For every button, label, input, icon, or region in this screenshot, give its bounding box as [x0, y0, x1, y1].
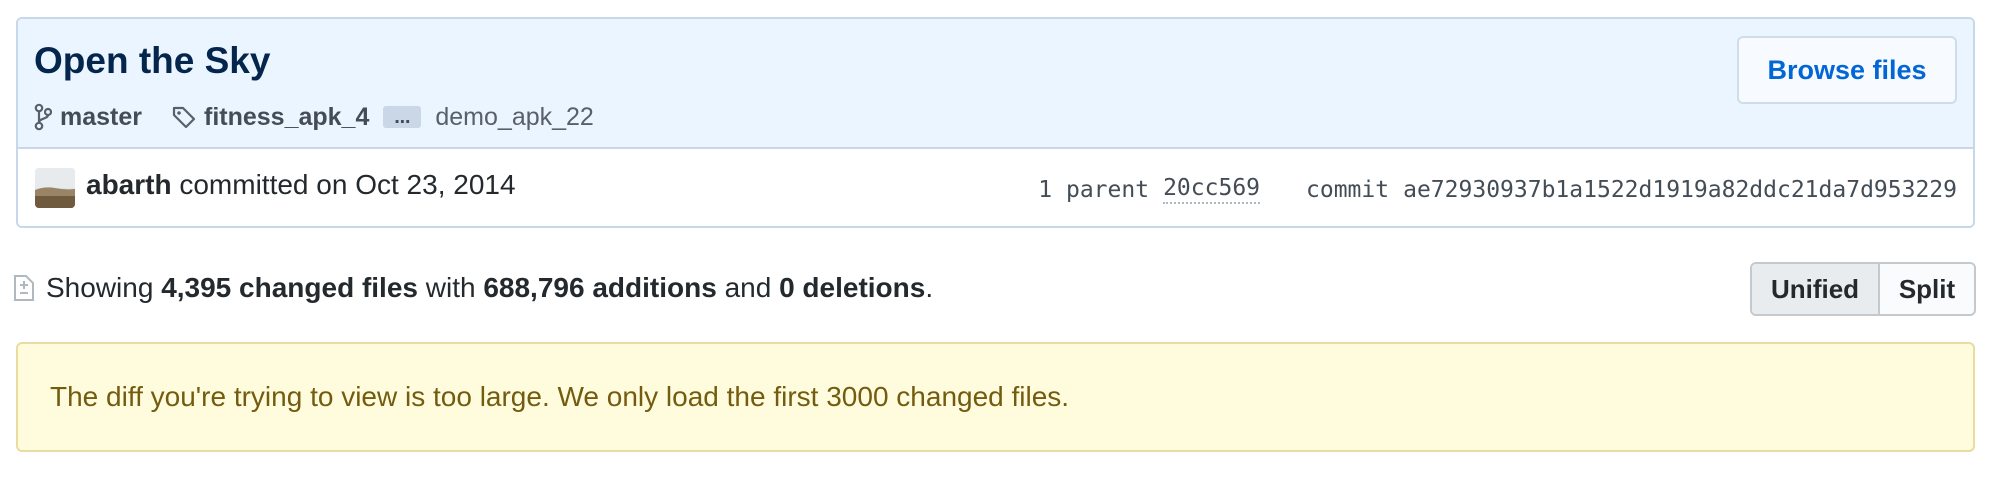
tag-name[interactable]: fitness_apk_4 — [204, 103, 369, 132]
commit-header: Open the Sky master fitness_apk_4 … demo… — [18, 19, 1973, 149]
file-diff-icon — [14, 273, 34, 303]
commit-sha: ae72930937b1a1522d1919a82ddc21da7d953229 — [1403, 176, 1957, 203]
summary-and: and — [724, 272, 772, 303]
author-line: abarth committed on Oct 23, 2014 — [86, 169, 516, 201]
tag-name-secondary[interactable]: demo_apk_22 — [435, 103, 593, 132]
parent-sha-link[interactable]: 20cc569 — [1163, 175, 1261, 204]
summary-with: with — [425, 272, 476, 303]
additions-count: 688,796 additions — [483, 272, 717, 303]
deletions-count: 0 deletions — [779, 272, 926, 303]
tag-icon — [172, 105, 196, 129]
split-view-button[interactable]: Split — [1880, 264, 1974, 314]
changed-files-count[interactable]: 4,395 changed files — [161, 272, 418, 304]
author-name[interactable]: abarth — [86, 169, 172, 200]
commit-refs: master fitness_apk_4 … demo_apk_22 — [34, 99, 594, 135]
browse-files-button[interactable]: Browse files — [1737, 36, 1957, 104]
diff-view-toggle: Unified Split — [1750, 262, 1976, 316]
commit-meta: abarth committed on Oct 23, 2014 1 paren… — [18, 149, 1973, 226]
commit-title: Open the Sky — [34, 40, 271, 81]
summary-showing: Showing — [46, 272, 154, 303]
avatar[interactable] — [35, 168, 75, 208]
commit-label: commit — [1306, 176, 1390, 203]
parent-label: 1 parent — [1038, 176, 1150, 203]
committed-date: committed on Oct 23, 2014 — [179, 169, 516, 200]
summary-period: . — [925, 272, 934, 303]
git-branch-icon — [34, 103, 52, 131]
unified-view-button[interactable]: Unified — [1752, 264, 1880, 314]
branch-name[interactable]: master — [60, 103, 142, 132]
diff-summary: Showing 4,395 changed files with 688,796… — [14, 266, 933, 310]
more-tags-button[interactable]: … — [383, 106, 422, 128]
commit-box: Open the Sky master fitness_apk_4 … demo… — [16, 17, 1975, 228]
diff-too-large-warning: The diff you're trying to view is too la… — [16, 342, 1975, 452]
sha-block: 1 parent 20cc569 commit ae72930937b1a152… — [1038, 175, 1957, 204]
